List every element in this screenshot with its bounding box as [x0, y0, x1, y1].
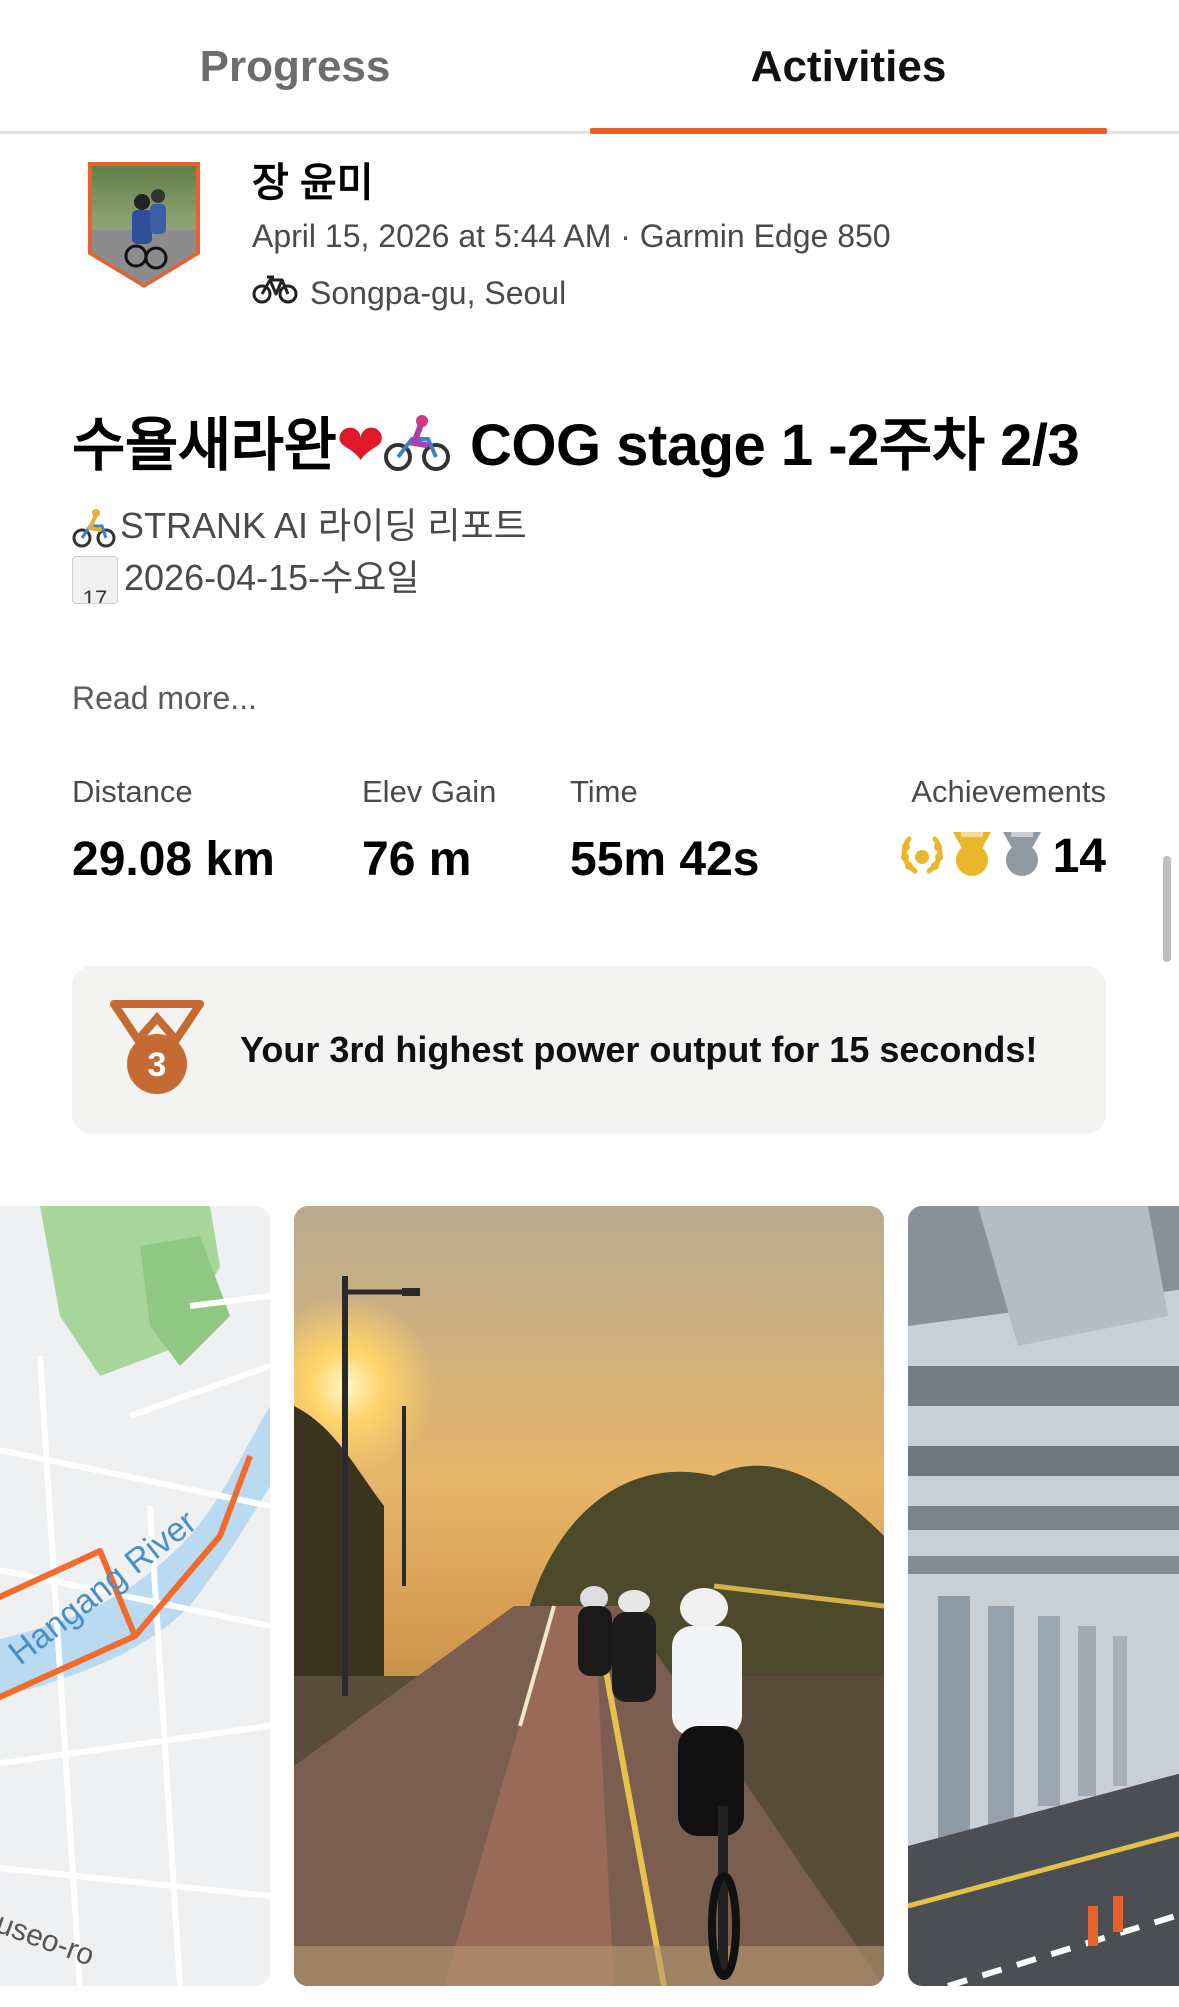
achievement-text: Your 3rd highest power output for 15 sec… — [240, 1029, 1038, 1070]
athlete-avatar[interactable] — [84, 160, 204, 290]
cyclist-emoji — [384, 413, 454, 487]
active-tab-indicator — [590, 128, 1107, 134]
stat-elev-gain: Elev Gain 76 m — [362, 774, 497, 886]
bike-icon — [252, 274, 310, 312]
tab-activities[interactable]: Activities — [590, 0, 1107, 134]
cyclist-emoji — [72, 500, 120, 552]
tab-bar: Progress Activities — [0, 0, 1179, 134]
gold-medal-icon — [947, 828, 997, 885]
tab-progress[interactable]: Progress — [0, 0, 590, 134]
stat-achievements[interactable]: Achievements 14 — [897, 774, 1106, 885]
bottom-nav-edge — [0, 1986, 1179, 2007]
activity-meta: April 15, 2026 at 5:44 AM · Garmin Edge … — [252, 218, 891, 254]
read-more-link[interactable]: Read more... — [72, 680, 257, 717]
achievement-card[interactable]: 3 Your 3rd highest power output for 15 s… — [72, 966, 1106, 1134]
activity-photo[interactable] — [908, 1206, 1179, 1986]
scrollbar[interactable] — [1163, 856, 1171, 962]
laurel-icon — [897, 829, 947, 884]
activity-photo[interactable] — [294, 1206, 884, 1986]
athlete-name[interactable]: 장 윤미 — [252, 150, 374, 208]
stat-time: Time 55m 42s — [570, 774, 760, 886]
silver-medal-icon — [997, 828, 1047, 885]
calendar-icon: 17 — [72, 556, 118, 605]
location-text: Songpa-gu, Seoul — [310, 274, 567, 311]
bronze-medal-icon: 3 — [110, 1000, 204, 1103]
heart-emoji: ❤ — [336, 413, 385, 478]
activity-description: STRANK AI 라이딩 리포트 17 2026-04-15-수요일 — [72, 500, 527, 605]
activity-title: 수욜새라완❤ COG stage 1 -2주차 2/3 — [72, 398, 1080, 487]
activity-location: Songpa-gu, Seoul — [252, 274, 566, 312]
route-map[interactable]: Hangang River suseo-ro — [0, 1206, 270, 1986]
stat-distance: Distance 29.08 km — [72, 774, 275, 886]
medal-number: 3 — [148, 1046, 167, 1084]
